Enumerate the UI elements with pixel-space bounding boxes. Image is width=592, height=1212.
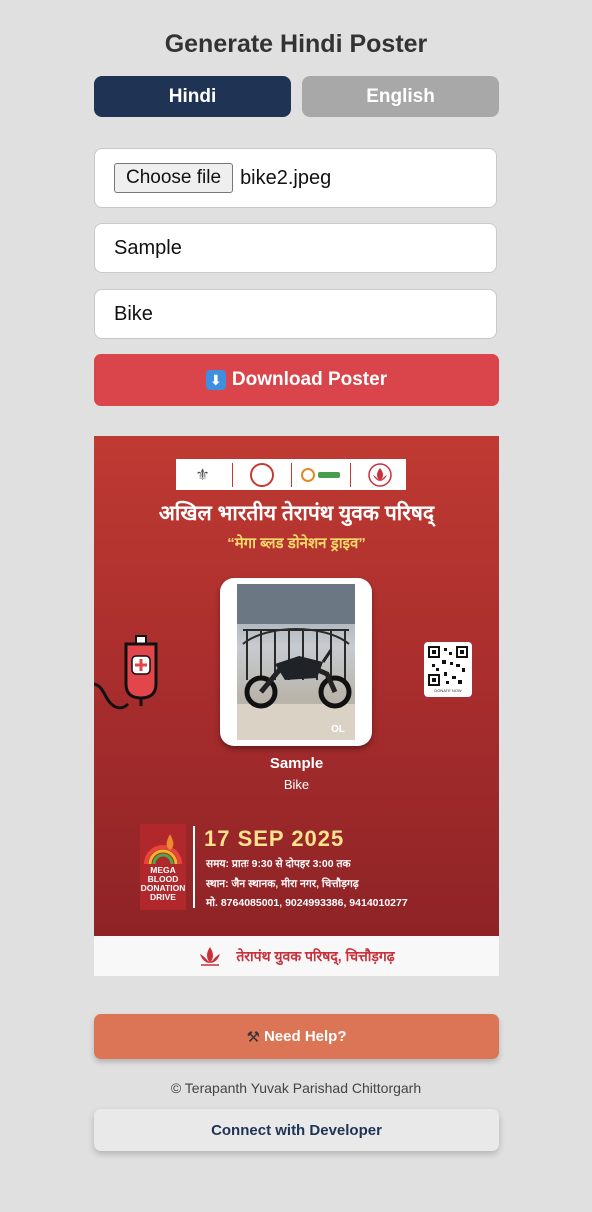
svg-text:OL: OL	[331, 724, 345, 735]
connect-developer-button[interactable]: Connect with Developer	[94, 1109, 499, 1151]
poster-phone: मो. 8764085001, 9024993386, 9414010277	[206, 897, 408, 909]
tab-hindi[interactable]: Hindi	[94, 76, 291, 117]
poster-footer: तेरापंथ युवक परिषद्, चित्तौड़गढ़	[94, 936, 499, 976]
mega-drive-text: MEGA BLOOD DONATION DRIVE	[140, 865, 186, 902]
page-title: Generate Hindi Poster	[164, 30, 428, 58]
download-label: Download Poster	[231, 369, 388, 390]
mega-drive-badge: MEGA BLOOD DONATION DRIVE	[140, 824, 186, 910]
copyright: © Terapanth Yuvak Parishad Chittorgarh	[170, 1080, 422, 1096]
divider	[349, 462, 351, 487]
poster-time: समय: प्रातः 9:30 से दोपहर 3:00 तक	[206, 858, 351, 870]
poster-role: Bike	[283, 777, 310, 792]
need-help-button[interactable]: ⚒ Need Help?	[94, 1014, 499, 1059]
qr-icon	[428, 646, 468, 686]
railway-logo	[238, 462, 286, 488]
poster-footer-text: तेरापंथ युवक परिषद्, चित्तौड़गढ़	[236, 947, 395, 964]
name-input[interactable]: Sample	[94, 223, 497, 273]
emblem-logo: ⚜	[179, 462, 227, 488]
lotus-icon	[200, 947, 221, 966]
poster-subtitle: “मेगा ब्लड डोनेशन ड्राइव”	[227, 535, 366, 552]
need-help-label: Need Help?	[263, 1028, 347, 1045]
divider	[290, 462, 292, 487]
poster-venue: स्थान: जैन स्थानक, मीरा नगर, चित्तौड़गढ़	[206, 878, 359, 890]
partner-logo-icon	[300, 467, 340, 482]
down-arrow-icon: ⬇	[205, 370, 226, 390]
divider	[193, 826, 195, 908]
tools-icon: ⚒	[246, 1028, 260, 1046]
role-input[interactable]: Bike	[94, 289, 497, 339]
poster-date: 17 SEP 2025	[204, 826, 345, 851]
logo-strip: ⚜	[176, 459, 406, 490]
photo-card: OL	[220, 578, 372, 746]
blood-bag-icon	[94, 634, 160, 723]
lotus-logo	[356, 462, 404, 488]
emblem-icon: ⚜	[195, 466, 210, 484]
bike-photo: OL	[237, 584, 355, 740]
download-poster-button[interactable]: ⬇ Download Poster	[94, 354, 499, 406]
qr-caption: DONATE NOW	[434, 688, 462, 693]
rainbow-drop-icon	[144, 834, 182, 865]
railway-icon	[249, 462, 274, 487]
choose-file-button[interactable]: Choose file	[114, 163, 234, 193]
file-upload-field: Choose file bike2.jpeg	[94, 148, 497, 208]
app: Generate Hindi Poster Hindi English Choo…	[0, 0, 592, 1212]
poster-name: Sample	[269, 755, 324, 772]
qr-code[interactable]: DONATE NOW	[424, 642, 472, 697]
lotus-icon	[367, 462, 392, 487]
partner-logo	[297, 462, 345, 488]
poster-body: ⚜ अखिल भारतीय तेरापंथ युवक परिषद् “मेगा …	[94, 436, 499, 936]
poster-preview: ⚜ अखिल भारतीय तेरापंथ युवक परिषद् “मेगा …	[94, 436, 499, 976]
poster-org-title: अखिल भारतीय तेरापंथ युवक परिषद्	[158, 502, 435, 525]
tab-english[interactable]: English	[302, 76, 499, 117]
file-name: bike2.jpeg	[240, 166, 332, 189]
divider	[231, 462, 233, 487]
